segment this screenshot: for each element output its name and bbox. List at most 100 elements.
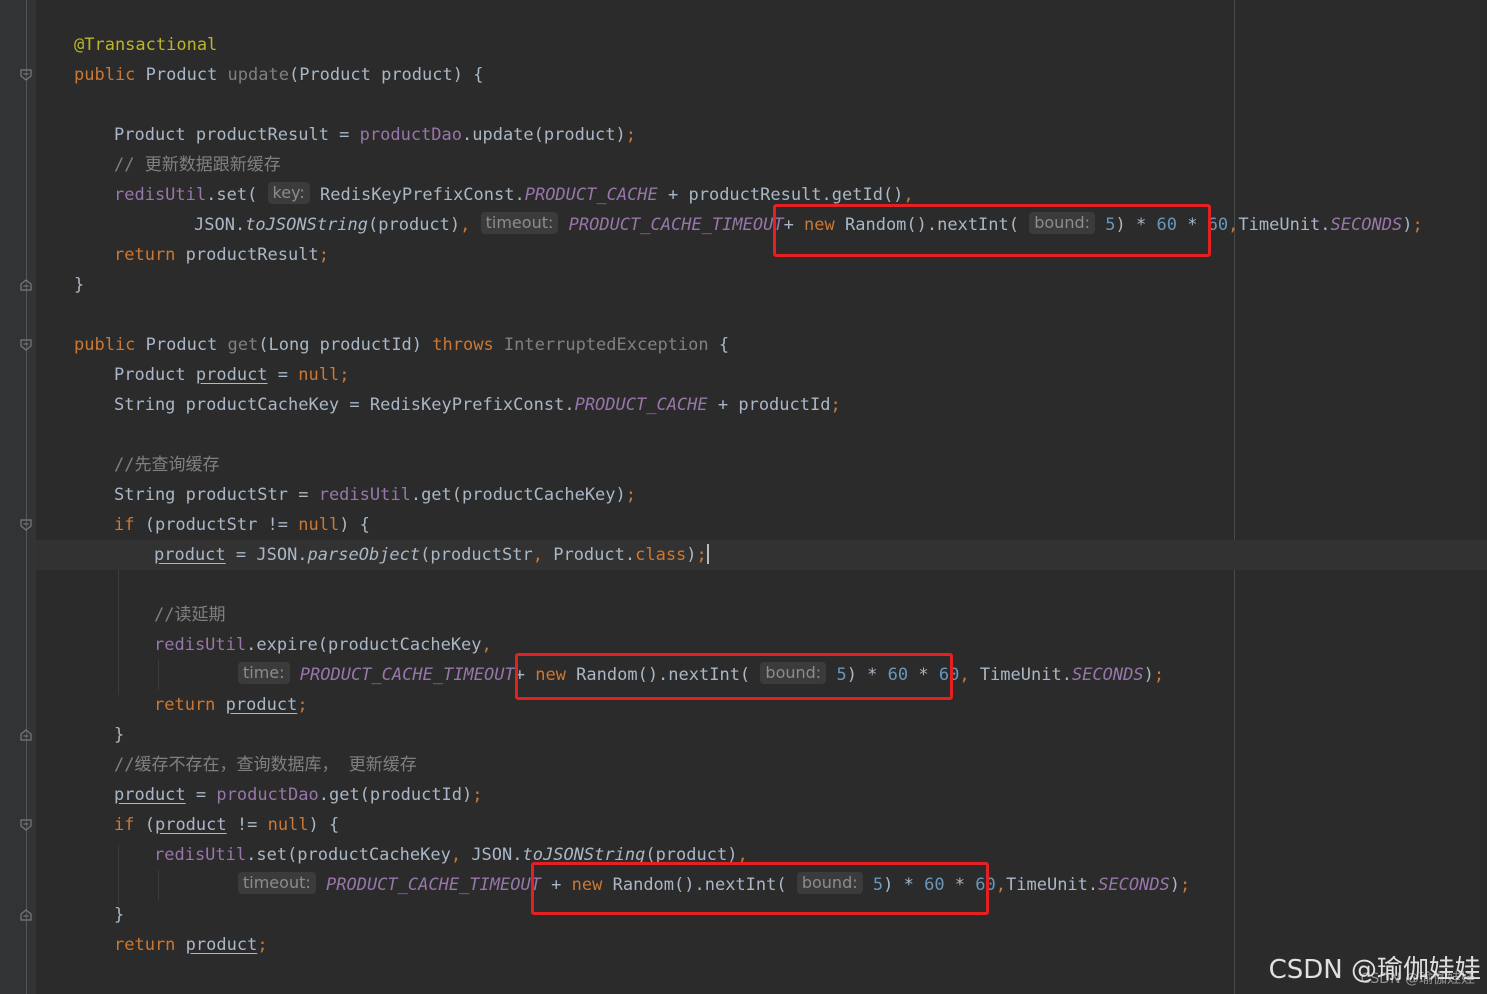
code-line[interactable]: //缓存不存在，查询数据库， 更新缓存 [114, 750, 417, 780]
code-line[interactable]: if (productStr != null) { [114, 510, 370, 540]
code-token: .get(productId) [318, 785, 473, 805]
fold-open-icon[interactable] [20, 819, 32, 831]
code-line[interactable]: public Product get(Long productId) throw… [74, 330, 729, 360]
code-token: product [154, 545, 226, 565]
code-line[interactable]: public Product update(Product product) { [74, 60, 483, 90]
code-token: TimeUnit. [1238, 215, 1331, 235]
code-token: if [114, 815, 145, 835]
code-line[interactable]: String productStr = redisUtil.get(produc… [114, 480, 636, 510]
code-line[interactable]: redisUtil.expire(productCacheKey, [154, 630, 492, 660]
code-token: update [227, 65, 289, 85]
highlight-box [531, 862, 989, 915]
fold-open-icon[interactable] [20, 339, 32, 351]
code-line[interactable]: if (product != null) { [114, 810, 339, 840]
code-token: (productStr != [144, 515, 299, 535]
code-token: SECONDS [1098, 875, 1170, 895]
code-token: ; [830, 395, 841, 415]
code-token: return [114, 935, 186, 955]
code-token: JSON. [194, 215, 246, 235]
code-line[interactable]: } [114, 900, 124, 930]
code-token: SECONDS [1071, 665, 1144, 685]
code-editor[interactable]: @Transactional public Product update(Pro… [0, 0, 1487, 994]
editor-gutter [0, 0, 36, 994]
code-token: RedisKeyPrefixConst. [309, 185, 525, 205]
code-token: product [154, 815, 227, 835]
code-line[interactable]: @Transactional [74, 30, 217, 60]
code-token: = [185, 785, 217, 805]
highlight-box [773, 204, 1211, 257]
code-token: != [226, 815, 268, 835]
code-token: Product [145, 335, 228, 355]
code-token: productDao [216, 785, 319, 805]
fold-open-icon[interactable] [20, 519, 32, 531]
code-token: //缓存不存在，查询数据库， 更新缓存 [114, 755, 417, 775]
code-token: = JSON. [225, 545, 308, 565]
code-line[interactable]: return product; [114, 930, 268, 960]
fold-open-icon[interactable] [20, 69, 32, 81]
fold-close-icon[interactable] [20, 279, 32, 291]
code-token: JSON. [471, 845, 523, 865]
code-token: parseObject [307, 545, 421, 565]
code-token: + productResult.getId() [657, 185, 904, 205]
code-token: PRODUCT_CACHE [574, 395, 708, 415]
code-token: redisUtil [154, 635, 247, 655]
code-token: ; [696, 545, 707, 565]
code-token: @Transactional [74, 35, 218, 55]
code-token: return [114, 245, 186, 265]
code-line[interactable]: Product product = null; [114, 360, 349, 390]
code-token: + productId [707, 395, 831, 415]
code-line[interactable]: //先查询缓存 [114, 450, 219, 480]
code-token: ; [318, 245, 329, 265]
code-token: Product [145, 65, 228, 85]
code-line[interactable]: String productCacheKey = RedisKeyPrefixC… [114, 390, 841, 420]
code-line[interactable]: // 更新数据跟新缓存 [114, 150, 281, 180]
code-line-current[interactable]: product = JSON.parseObject(productStr, P… [154, 540, 709, 570]
parameter-hint: timeout: [480, 212, 559, 234]
code-token: , [481, 635, 492, 655]
code-token: , [1228, 215, 1239, 235]
code-token: redisUtil [154, 845, 247, 865]
code-token: ; [625, 485, 637, 505]
parameter-hint: time: [238, 662, 290, 684]
code-token: product [195, 365, 268, 385]
fold-close-icon[interactable] [20, 729, 32, 741]
code-token: } [74, 275, 85, 295]
code-token: .set(productCacheKey [246, 845, 451, 865]
indent-guide [118, 845, 119, 905]
code-token: ) { [308, 815, 340, 835]
code-token: //读延期 [154, 605, 226, 625]
code-token: PRODUCT_CACHE_TIMEOUT [568, 215, 784, 235]
fold-close-icon[interactable] [20, 909, 32, 921]
code-line[interactable]: return product; [154, 690, 308, 720]
code-token: .set( [206, 185, 268, 205]
code-token: PRODUCT_CACHE_TIMEOUT [299, 665, 515, 685]
code-token: null; [298, 365, 350, 385]
gutter-divider [26, 0, 27, 994]
code-token: public [74, 65, 146, 85]
code-token: PRODUCT_CACHE [524, 185, 658, 205]
code-token: product [114, 785, 186, 805]
code-line[interactable]: } [74, 270, 84, 300]
code-token: toJSONString [245, 215, 369, 235]
code-token: , [460, 215, 481, 235]
code-line[interactable]: return productResult; [114, 240, 329, 270]
code-token: productDao [359, 125, 462, 145]
code-token: product [185, 935, 258, 955]
code-token: productResult [185, 245, 319, 265]
code-token: TimeUnit. [1006, 875, 1099, 895]
code-line[interactable]: } [114, 720, 124, 750]
code-line[interactable]: //读延期 [154, 600, 225, 630]
code-token: redisUtil [318, 485, 411, 505]
code-token: ) { [339, 515, 370, 535]
code-token: .get(productCacheKey) [410, 485, 626, 505]
code-token: String productCacheKey = RedisKeyPrefixC… [114, 395, 575, 415]
code-line[interactable]: Product productResult = productDao.updat… [114, 120, 636, 150]
code-token: ) [1169, 875, 1181, 895]
code-token: get [227, 335, 259, 355]
code-line[interactable]: product = productDao.get(productId); [114, 780, 483, 810]
code-token: (product) [368, 215, 461, 235]
code-token: ( [144, 815, 155, 835]
code-token: } [114, 725, 125, 745]
